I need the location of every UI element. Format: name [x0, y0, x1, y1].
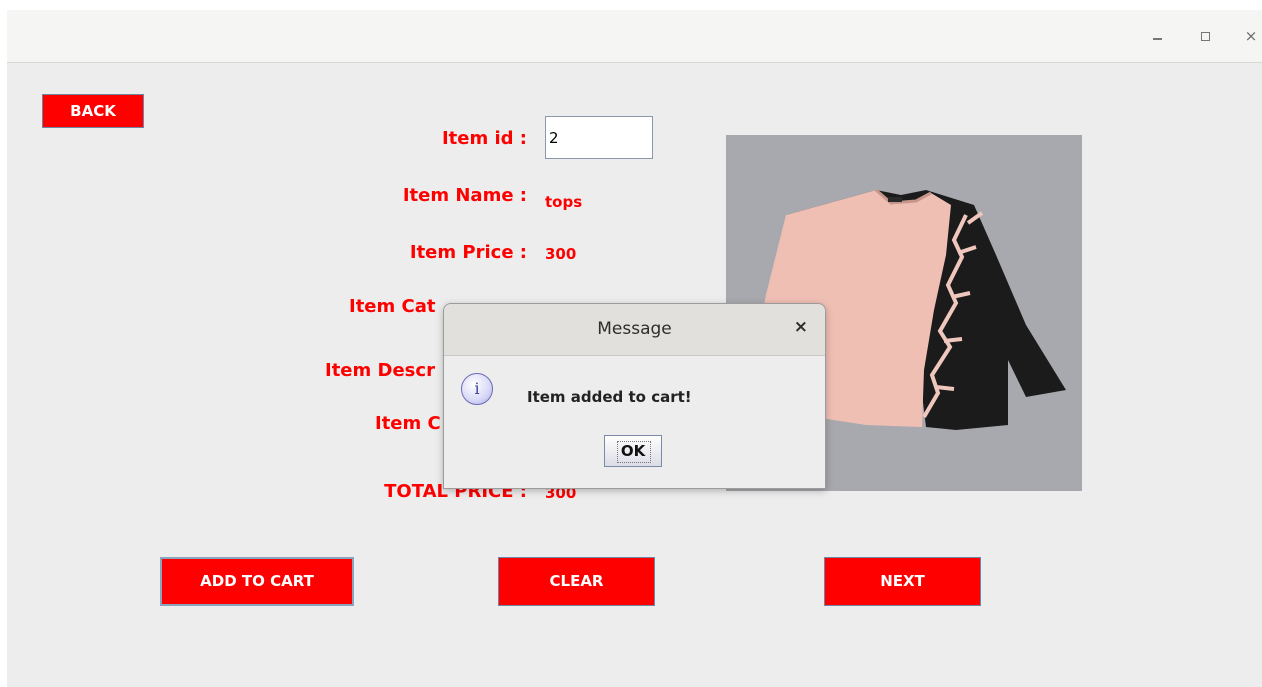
ok-focus-ring	[617, 441, 651, 463]
message-dialog: Message × i Item added to cart! OK	[443, 303, 826, 489]
title-bar: ×	[7, 10, 1262, 63]
dialog-title-bar: Message ×	[444, 304, 825, 356]
maximize-icon[interactable]	[1193, 24, 1217, 48]
app-window: × BACK Item id : 2 Item Name : tops Item…	[7, 10, 1262, 687]
item-category-label: Item Cat	[349, 296, 436, 317]
item-id-input[interactable]: 2	[545, 116, 653, 159]
ok-button[interactable]: OK	[604, 435, 662, 467]
dialog-close-icon[interactable]: ×	[794, 317, 808, 337]
item-id-label: Item id :	[441, 128, 527, 149]
add-to-cart-button[interactable]: ADD TO CART	[160, 557, 354, 606]
item-name-value: tops	[545, 193, 583, 211]
minimize-icon[interactable]	[1146, 24, 1170, 48]
clear-button[interactable]: CLEAR	[498, 557, 655, 606]
item-description-label: Item Descr	[325, 360, 435, 381]
item-price-value: 300	[545, 245, 577, 263]
next-button[interactable]: NEXT	[824, 557, 981, 606]
item-quantity-label: Item C	[375, 413, 441, 434]
dialog-title: Message	[597, 319, 672, 339]
item-price-label: Item Price :	[409, 242, 527, 263]
window-close-button[interactable]: ×	[1239, 24, 1262, 48]
info-icon: i	[461, 373, 493, 405]
item-name-label: Item Name :	[402, 185, 527, 206]
dialog-message: Item added to cart!	[527, 388, 692, 406]
back-button[interactable]: BACK	[42, 94, 144, 128]
